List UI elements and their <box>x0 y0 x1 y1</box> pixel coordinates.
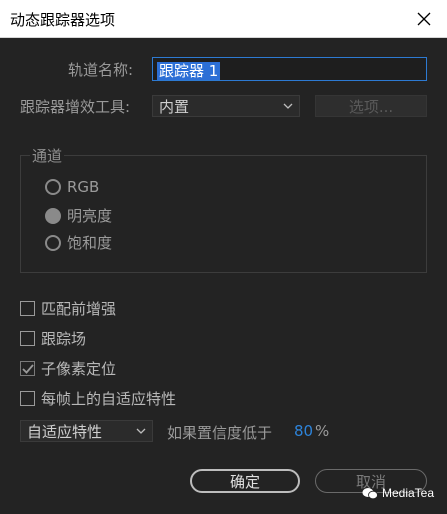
title-bar: 动态跟踪器选项 <box>0 0 447 38</box>
wechat-icon <box>362 487 378 499</box>
channel-option-rgb[interactable]: RGB <box>45 178 99 196</box>
channel-option-label: 明亮度 <box>67 207 113 225</box>
channel-group-title: 通道 <box>30 145 65 166</box>
track-name-value: 跟踪器 1 <box>157 62 221 80</box>
confidence-condition: 如果置信度低于 <box>167 424 273 442</box>
radio-icon <box>45 234 61 251</box>
confidence-threshold[interactable]: 80 <box>294 422 313 440</box>
radio-selected-icon <box>45 207 61 224</box>
options-button[interactable]: 选项... <box>315 95 427 117</box>
checkbox-label: 子像素定位 <box>41 360 117 378</box>
checkbox-track-fields[interactable]: 跟踪场 <box>20 328 86 349</box>
track-name-input[interactable]: 跟踪器 1 <box>152 57 427 81</box>
checkbox-icon <box>20 301 35 316</box>
plugin-select[interactable]: 内置 <box>152 95 300 117</box>
checkbox-subpixel[interactable]: 子像素定位 <box>20 358 116 379</box>
channel-option-saturation[interactable]: 饱和度 <box>45 232 112 253</box>
checkbox-checked-icon <box>20 361 35 376</box>
watermark-text: MediaTea <box>382 486 435 500</box>
checkbox-label: 每帧上的自适应特性 <box>41 390 177 408</box>
checkbox-label: 匹配前增强 <box>41 300 117 318</box>
channel-option-label: RGB <box>67 178 100 196</box>
radio-icon <box>45 179 61 195</box>
close-button[interactable] <box>401 0 447 38</box>
confidence-unit: % <box>315 422 330 440</box>
adaptive-select[interactable]: 自适应特性 <box>20 420 153 442</box>
plugin-label: 跟踪器增效工具: <box>20 98 131 116</box>
checkmark-icon <box>21 363 34 374</box>
chevron-down-icon <box>136 428 146 434</box>
watermark: MediaTea <box>362 486 434 500</box>
channel-option-label: 饱和度 <box>67 234 113 252</box>
channel-option-luminance[interactable]: 明亮度 <box>45 205 112 226</box>
checkbox-icon <box>20 331 35 346</box>
checkbox-adapt-every-frame[interactable]: 每帧上的自适应特性 <box>20 388 176 409</box>
checkbox-icon <box>20 391 35 406</box>
close-icon <box>417 12 431 26</box>
checkbox-match-enhance[interactable]: 匹配前增强 <box>20 298 116 319</box>
adaptive-select-value: 自适应特性 <box>27 422 103 441</box>
plugin-select-value: 内置 <box>159 97 190 116</box>
track-name-label: 轨道名称: <box>68 61 134 79</box>
window-title: 动态跟踪器选项 <box>10 11 116 29</box>
chevron-down-icon <box>283 103 293 109</box>
checkbox-label: 跟踪场 <box>41 330 87 348</box>
ok-button[interactable]: 确定 <box>190 469 300 493</box>
